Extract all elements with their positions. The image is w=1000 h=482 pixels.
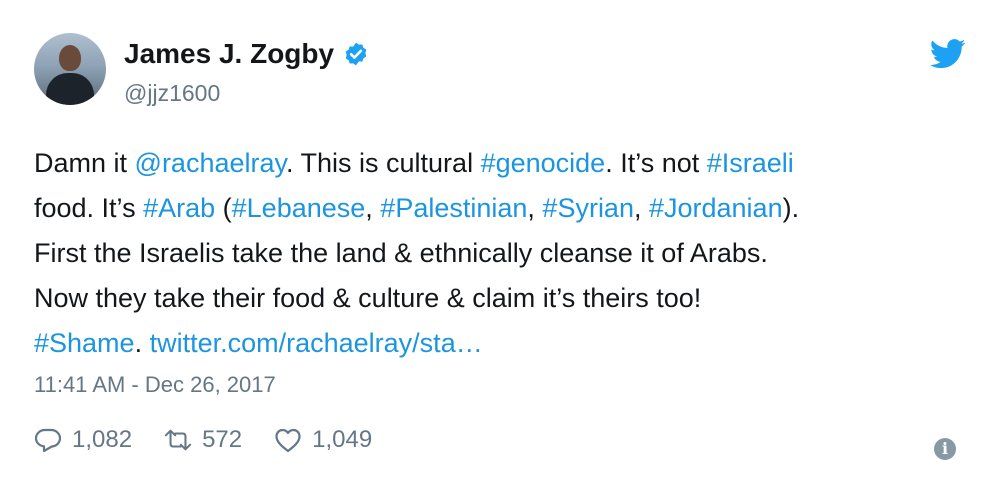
reply-icon [34,428,62,453]
avatar[interactable] [34,33,106,105]
tweet-timestamp[interactable]: 11:41 AM - Dec 26, 2017 [34,372,276,398]
tweet-text-segment: , [633,193,649,223]
like-button[interactable]: 1,049 [274,426,372,454]
tweet-hashtag-link[interactable]: #Shame [34,328,135,358]
tweet-text-segment: . This is cultural [286,148,481,178]
avatar-face [59,45,81,71]
retweet-count: 572 [202,426,243,453]
reply-count: 1,082 [72,426,133,453]
tweet-text-line: Damn it @rachaelray. This is cultural #g… [34,141,974,186]
avatar-shoulders [46,73,94,105]
retweet-button[interactable]: 572 [164,426,242,454]
tweet-text-segment: First the Israelis take the land & ethni… [34,238,768,268]
tweet-text-line: food. It’s #Arab (#Lebanese, #Palestinia… [34,186,974,231]
tweet-text-segment: . [134,328,150,358]
tweet-text-segment: , [365,193,381,223]
twitter-bird-icon[interactable] [930,39,966,69]
tweet-text-segment: Now they take their food & culture & cla… [34,283,702,313]
heart-icon [275,428,301,453]
tweet-mention-link[interactable]: @rachaelray [135,148,286,178]
tweet-hashtag-link[interactable]: #genocide [481,148,606,178]
tweet-text-segment: . It’s not [605,148,707,178]
like-count: 1,049 [312,426,373,453]
tweet-text-line: Now they take their food & culture & cla… [34,276,974,321]
tweet-text-line: First the Israelis take the land & ethni… [34,231,974,276]
tweet-hashtag-link[interactable]: #Palestinian [380,193,527,223]
tweet-hashtag-link[interactable]: #Arab [143,193,215,223]
tweet-text-segment: ( [215,193,232,223]
tweet-text-segment: ). [782,193,800,223]
tweet-hashtag-link[interactable]: #Lebanese [232,193,366,223]
tweet-url-link[interactable]: twitter.com/rachaelray/sta… [150,328,483,358]
tweet-card: James J. Zogby @jjz1600 Damn it @rachael… [0,0,1000,482]
info-icon[interactable]: i [934,438,956,460]
tweet-text: Damn it @rachaelray. This is cultural #g… [34,141,974,366]
verified-badge-icon [345,42,367,66]
author-name[interactable]: James J. Zogby [124,38,334,70]
tweet-hashtag-link[interactable]: #Jordanian [649,193,783,223]
author-row: James J. Zogby [124,38,369,70]
tweet-text-segment: , [527,193,543,223]
tweet-text-segment: food. It’s [34,193,144,223]
tweet-hashtag-link[interactable]: #Israeli [707,148,794,178]
reply-button[interactable]: 1,082 [34,426,132,454]
author-handle[interactable]: @jjz1600 [124,80,220,107]
tweet-hashtag-link[interactable]: #Syrian [542,193,634,223]
retweet-icon [164,429,192,451]
tweet-text-line: #Shame. twitter.com/rachaelray/sta… [34,321,974,366]
action-bar: 1,082 572 1,049 [34,426,404,454]
tweet-text-segment: Damn it [34,148,135,178]
